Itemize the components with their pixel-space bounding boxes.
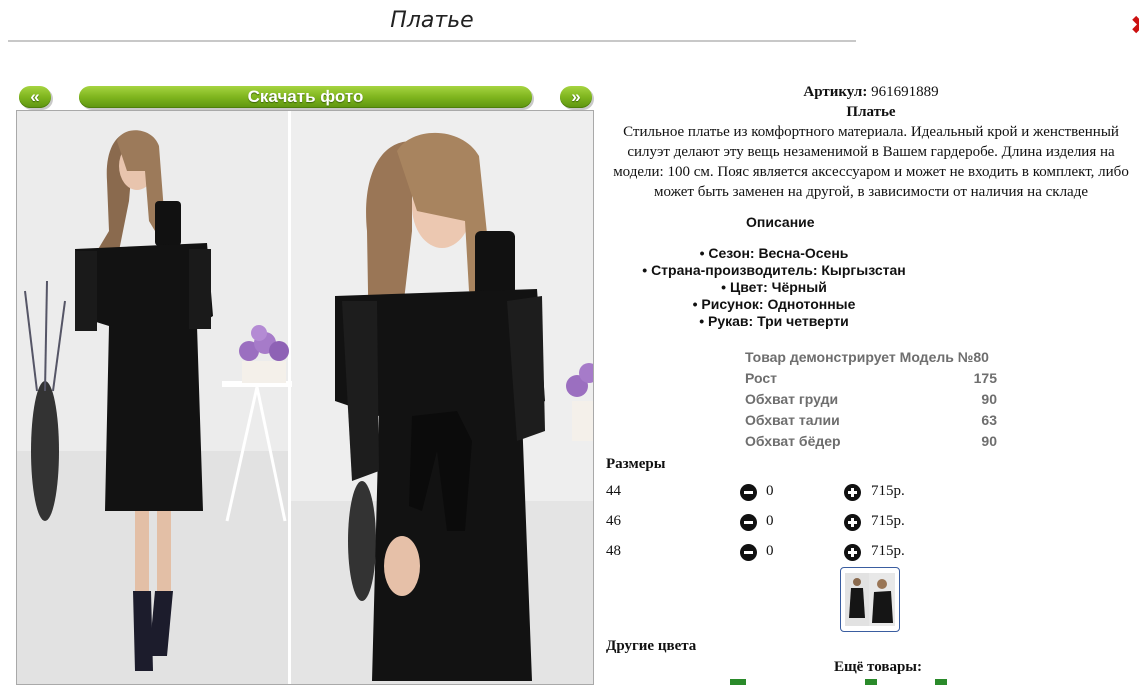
model-row-value: 90 [981, 433, 997, 449]
sizes-title: Размеры [606, 456, 666, 472]
title-divider [8, 40, 856, 42]
sku-line: Артикул: 961691889 [604, 82, 1138, 102]
spec-item: • Страна-производитель: Кыргызстан [642, 262, 906, 278]
thumbnail-image [845, 573, 895, 626]
page-title: Платье [390, 8, 474, 33]
other-colors-title: Другие цвета [606, 638, 697, 654]
model-row-value: 63 [981, 412, 997, 428]
next-photo-button[interactable]: » [560, 86, 592, 108]
size-row: 44 0 715р. [606, 483, 926, 505]
size-row: 46 0 715р. [606, 513, 926, 535]
decrease-qty-button[interactable] [740, 514, 757, 531]
decrease-qty-button[interactable] [740, 484, 757, 501]
close-icon[interactable]: ✖ [1130, 12, 1139, 40]
model-measurements: Товар демонстрирует Модель №80 Рост 175 … [745, 347, 997, 452]
more-goods-links[interactable] [720, 679, 1020, 685]
model-row-value: 90 [981, 391, 997, 407]
prev-photo-button[interactable]: « [19, 86, 51, 108]
increase-qty-button[interactable] [844, 514, 861, 531]
model-row-value: 175 [973, 370, 997, 386]
price: 715р. [871, 513, 905, 529]
decrease-qty-button[interactable] [740, 544, 757, 561]
model-row-label: Обхват талии [745, 412, 840, 428]
model-header: Товар демонстрирует Модель №80 [745, 347, 997, 368]
spec-item: • Рисунок: Однотонные [692, 296, 856, 312]
quantity-value: 0 [766, 483, 774, 499]
model-row: Обхват бёдер 90 [745, 431, 997, 452]
sku-value: 961691889 [871, 84, 939, 100]
increase-qty-button[interactable] [844, 484, 861, 501]
product-name: Платье [846, 104, 896, 120]
price: 715р. [871, 483, 905, 499]
download-photo-button[interactable]: Скачать фото [79, 86, 532, 108]
sku-label: Артикул: [803, 84, 868, 100]
model-row: Рост 175 [745, 368, 997, 389]
spec-item: • Рукав: Три четверти [699, 313, 849, 329]
product-description: Стильное платье из комфортного материала… [613, 124, 1129, 200]
price: 715р. [871, 543, 905, 559]
more-goods-title: Ещё товары: [833, 659, 923, 675]
model-row: Обхват груди 90 [745, 389, 997, 410]
size-label: 44 [606, 483, 621, 499]
size-label: 48 [606, 543, 621, 559]
product-photo-illustration [17, 111, 593, 684]
product-photo [16, 110, 594, 685]
size-row: 48 0 715р. [606, 543, 926, 565]
color-thumbnail[interactable] [840, 567, 900, 632]
increase-qty-button[interactable] [844, 544, 861, 561]
model-header-text: Товар демонстрирует Модель №80 [745, 349, 989, 365]
spec-list: • Сезон: Весна-Осень • Страна-производит… [604, 245, 944, 330]
size-label: 46 [606, 513, 621, 529]
spec-item: • Сезон: Весна-Осень [699, 245, 849, 261]
model-row-label: Обхват груди [745, 391, 839, 407]
quantity-value: 0 [766, 513, 774, 529]
spec-title: Описание [746, 214, 815, 230]
model-row-label: Обхват бёдер [745, 433, 841, 449]
quantity-value: 0 [766, 543, 774, 559]
model-row-label: Рост [745, 370, 777, 386]
model-row: Обхват талии 63 [745, 410, 997, 431]
product-info: Артикул: 961691889 Платье Стильное плать… [604, 82, 1138, 202]
spec-item: • Цвет: Чёрный [721, 279, 827, 295]
